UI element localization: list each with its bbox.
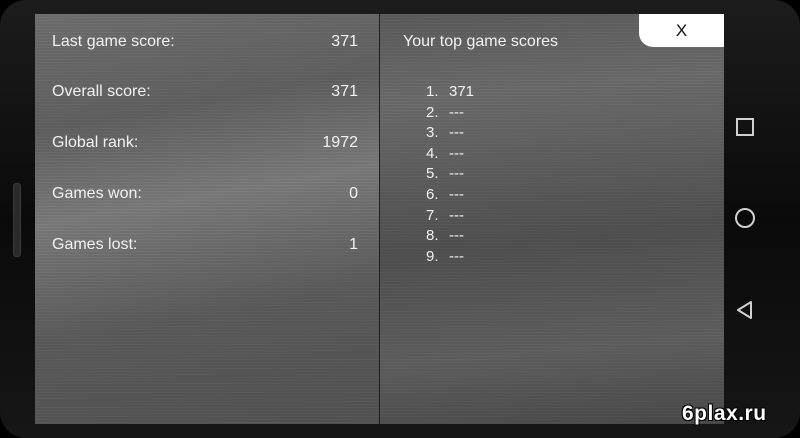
score-rank: 7. [426, 206, 439, 224]
close-button[interactable]: X [639, 14, 724, 47]
device-frame: Last game score: 371 Overall score: 371 … [0, 0, 800, 438]
score-value: --- [449, 124, 464, 142]
score-rank: 5. [426, 165, 439, 183]
list-item: 5. --- [426, 164, 474, 185]
score-value: --- [449, 247, 464, 265]
list-item: 7. --- [426, 206, 474, 227]
stat-row-overall-score: Overall score: 371 [52, 80, 358, 104]
stat-value: 0 [349, 185, 358, 202]
side-key [13, 183, 21, 257]
score-rank: 2. [426, 103, 439, 121]
top-scores-list: 1. 371 2. --- 3. --- 4. --- 5. --- 6. --- 7. --… [426, 82, 474, 267]
stat-row-games-won: Games won: 0 [52, 182, 358, 206]
list-item: 3. --- [426, 123, 474, 144]
watermark: 6plax.ru [682, 402, 767, 425]
score-value: --- [449, 165, 464, 183]
list-item: 4. --- [426, 144, 474, 165]
stat-label: Games lost: [52, 236, 138, 253]
list-item: 1. 371 [426, 82, 474, 103]
stat-value: 1 [349, 236, 358, 253]
score-rank: 6. [426, 185, 439, 203]
score-value: --- [449, 206, 464, 224]
top-scores-panel: Your top game scores 1. 371 2. --- 3. --- 4… [380, 14, 724, 424]
stat-value: 371 [331, 33, 358, 50]
square-icon[interactable] [734, 116, 756, 138]
circle-icon[interactable] [734, 207, 756, 229]
score-rank: 8. [426, 227, 439, 245]
stat-label: Overall score: [52, 83, 151, 100]
stat-label: Games won: [52, 185, 142, 202]
score-rank: 3. [426, 124, 439, 142]
stat-label: Global rank: [52, 134, 139, 151]
score-rank: 4. [426, 144, 439, 162]
stat-value: 371 [331, 83, 358, 100]
stat-row-last-game-score: Last game score: 371 [52, 30, 358, 54]
stat-label: Last game score: [52, 33, 175, 50]
score-rank: 1. [426, 83, 439, 100]
list-item: 9. --- [426, 247, 474, 268]
list-item: 6. --- [426, 185, 474, 206]
list-item: 8. --- [426, 226, 474, 247]
stat-value: 1972 [322, 134, 358, 151]
stat-row-games-lost: Games lost: 1 [52, 233, 358, 257]
top-scores-title: Your top game scores [403, 33, 559, 50]
stat-row-global-rank: Global rank: 1972 [52, 131, 358, 155]
list-item: 2. --- [426, 103, 474, 124]
score-value: --- [449, 185, 464, 203]
score-rank: 9. [426, 247, 439, 265]
score-value: 371 [449, 83, 475, 100]
game-screen: Last game score: 371 Overall score: 371 … [35, 14, 724, 424]
score-value: --- [449, 103, 464, 121]
triangle-back-icon[interactable] [734, 299, 756, 321]
android-nav-bar [726, 14, 766, 424]
score-value: --- [449, 144, 464, 162]
stats-panel: Last game score: 371 Overall score: 371 … [35, 14, 379, 424]
score-value: --- [449, 227, 464, 245]
